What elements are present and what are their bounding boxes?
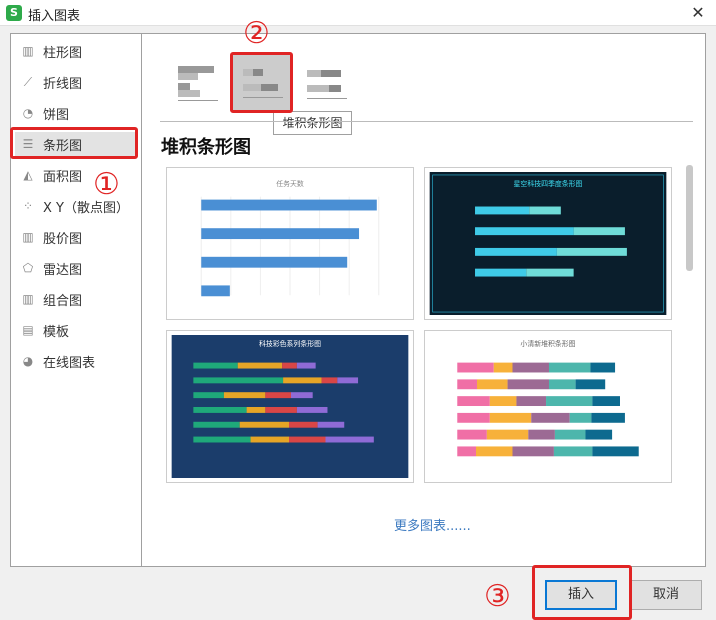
online-chart-icon: ◕ bbox=[22, 354, 34, 368]
more-charts-link[interactable]: 更多图表...... bbox=[394, 515, 471, 534]
template-card[interactable]: 小清新堆积条形图 bbox=[424, 330, 672, 483]
annotation-step-3: ③ bbox=[484, 579, 511, 614]
area-chart-icon: ◭ bbox=[23, 168, 33, 182]
template-thumbnail: 小清新堆积条形图 bbox=[457, 339, 639, 457]
annotation-step-1: ① bbox=[93, 167, 120, 202]
sidebar-item-column-chart[interactable]: ▥ 柱形图 bbox=[15, 39, 137, 63]
annotation-box-1 bbox=[10, 127, 138, 159]
dialog-title: 插入图表 bbox=[28, 9, 81, 24]
scatter-chart-icon: ⁘ bbox=[22, 199, 34, 213]
sidebar-item-radar-chart[interactable]: ⬠ 雷达图 bbox=[15, 256, 137, 280]
scrollbar-thumb[interactable] bbox=[686, 165, 693, 271]
subtype-heading: 堆积条形图 bbox=[161, 137, 251, 158]
sidebar-item-label: 面积图 bbox=[43, 169, 83, 185]
template-title: 小清新堆积条形图 bbox=[520, 339, 575, 348]
annotation-box-3 bbox=[532, 565, 632, 620]
pie-chart-icon: ◔ bbox=[22, 106, 34, 120]
sidebar-item-label: 折线图 bbox=[43, 76, 83, 92]
tooltip: 堆积条形图 bbox=[273, 111, 352, 135]
wps-spreadsheet-icon: S bbox=[6, 5, 22, 21]
template-icon: ▤ bbox=[22, 323, 34, 337]
sidebar-item-label: 组合图 bbox=[43, 293, 83, 309]
stock-chart-icon: ▥ bbox=[22, 230, 34, 244]
title-bar: S 插入图表 ✕ bbox=[0, 0, 716, 26]
template-thumbnail: 星空科技四季度条形图 bbox=[429, 172, 667, 315]
sidebar-item-stock-chart[interactable]: ▥ 股价图 bbox=[15, 225, 137, 249]
sidebar-item-combo-chart[interactable]: ▥ 组合图 bbox=[15, 287, 137, 311]
template-card[interactable]: 星空科技四季度条形图 bbox=[424, 167, 672, 320]
annotation-step-2: ② bbox=[243, 16, 270, 51]
column-chart-icon: ▥ bbox=[22, 44, 34, 58]
template-title: 星空科技四季度条形图 bbox=[514, 179, 583, 188]
template-card[interactable]: 任务天数 bbox=[166, 167, 414, 320]
template-title: 科技彩色系列条形图 bbox=[259, 339, 321, 348]
subtype-percent-stacked-bar[interactable] bbox=[305, 58, 353, 108]
radar-chart-icon: ⬠ bbox=[22, 261, 34, 275]
cancel-button[interactable]: 取消 bbox=[630, 580, 702, 610]
annotation-box-2 bbox=[230, 52, 293, 113]
template-title: 任务天数 bbox=[276, 179, 304, 188]
sidebar-item-label: 饼图 bbox=[43, 107, 70, 123]
chart-type-sidebar: ▥ 柱形图 ⟋ 折线图 ◔ 饼图 ☰ 条形图 ◭ 面积图 ⁘ X Y（散点图） ▥ 股价图 ⬠ 雷达图 ▥ 组合图… bbox=[10, 33, 142, 567]
subtype-clustered-bar[interactable] bbox=[176, 58, 224, 108]
template-thumbnail: 科技彩色系列条形图 bbox=[171, 335, 409, 478]
template-card[interactable]: 科技彩色系列条形图 bbox=[166, 330, 414, 483]
sidebar-item-label: 在线图表 bbox=[43, 355, 96, 371]
sidebar-item-label: 柱形图 bbox=[43, 45, 83, 61]
sidebar-item-template[interactable]: ▤ 模板 bbox=[15, 318, 137, 342]
sidebar-item-line-chart[interactable]: ⟋ 折线图 bbox=[15, 70, 137, 94]
sidebar-item-label: 股价图 bbox=[43, 231, 83, 247]
close-icon[interactable]: ✕ bbox=[688, 3, 708, 23]
line-chart-icon: ⟋ bbox=[23, 75, 33, 89]
combo-chart-icon: ▥ bbox=[22, 292, 34, 306]
sidebar-item-label: 雷达图 bbox=[43, 262, 83, 278]
sidebar-item-label: 模板 bbox=[43, 324, 70, 340]
sidebar-item-online-chart[interactable]: ◕ 在线图表 bbox=[15, 349, 137, 373]
sidebar-item-pie-chart[interactable]: ◔ 饼图 bbox=[15, 101, 137, 125]
divider bbox=[160, 121, 693, 122]
template-thumbnail: 任务天数 bbox=[200, 179, 380, 297]
